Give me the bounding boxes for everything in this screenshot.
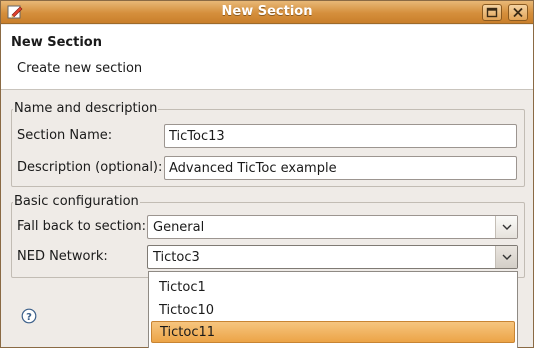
fallback-section-combo[interactable]: General	[147, 215, 518, 239]
ned-network-dropdown-list: Tictoc1 Tictoc10 Tictoc11	[148, 271, 518, 348]
section-name-label: Section Name:	[17, 128, 113, 143]
ned-network-label: NED Network:	[17, 249, 108, 264]
close-button[interactable]	[508, 4, 528, 21]
window-title: New Section	[221, 4, 313, 19]
header-subtitle: Create new section	[17, 61, 143, 76]
help-icon[interactable]: ?	[21, 308, 37, 324]
dropdown-item-tictoc1[interactable]: Tictoc1	[151, 277, 515, 299]
maximize-icon	[486, 7, 498, 18]
dialog-header: New Section Create new section	[1, 25, 533, 90]
fallback-dropdown-button[interactable]	[495, 216, 517, 238]
ned-network-combo[interactable]: Tictoc3	[147, 245, 518, 269]
maximize-button[interactable]	[482, 4, 502, 21]
description-label: Description (optional):	[17, 160, 163, 175]
svg-text:?: ?	[26, 312, 32, 323]
fallback-section-value: General	[153, 220, 205, 235]
name-description-legend: Name and description	[13, 101, 159, 116]
section-name-field[interactable]	[164, 124, 517, 148]
chevron-down-icon	[502, 224, 512, 230]
chevron-down-icon	[502, 254, 512, 260]
dropdown-item-tictoc10[interactable]: Tictoc10	[151, 300, 515, 322]
basic-configuration-legend: Basic configuration	[13, 194, 140, 209]
new-section-dialog: New Section New Section Create new secti…	[0, 0, 534, 348]
description-field[interactable]	[164, 156, 517, 180]
header-title: New Section	[11, 35, 102, 50]
fallback-section-label: Fall back to section:	[17, 219, 147, 234]
ned-network-dropdown-button[interactable]	[495, 246, 517, 268]
ned-network-value: Tictoc3	[153, 250, 200, 265]
dropdown-item-tictoc11[interactable]: Tictoc11	[151, 321, 515, 343]
close-icon	[513, 7, 523, 18]
title-bar[interactable]: New Section	[1, 1, 533, 24]
